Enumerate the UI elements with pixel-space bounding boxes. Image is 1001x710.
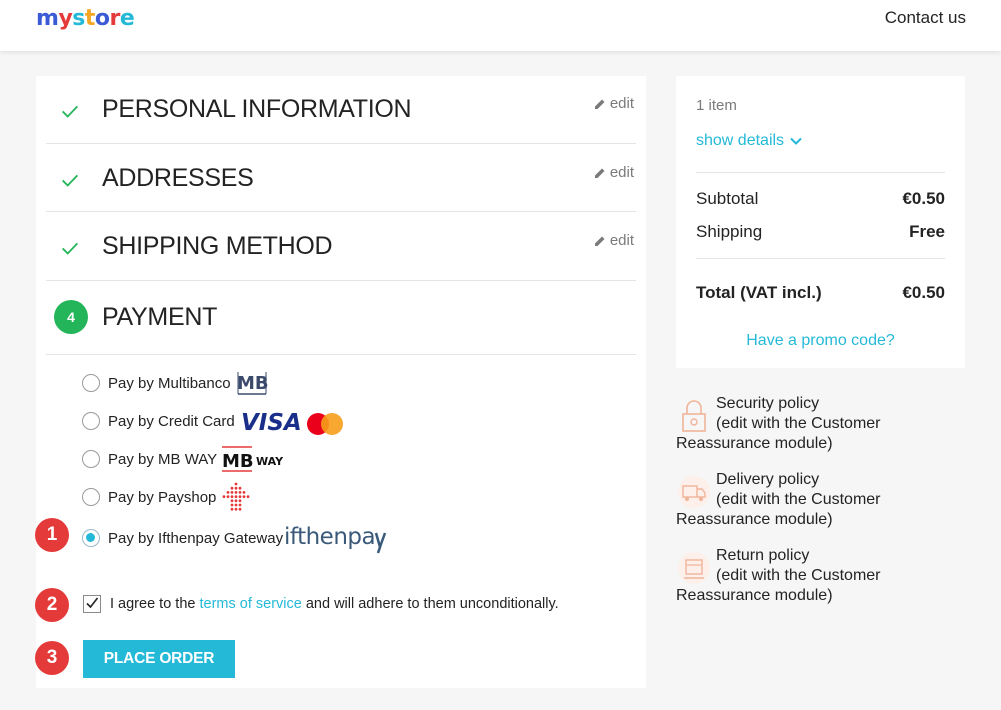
shipping-row: Shipping Free — [696, 222, 945, 242]
pencil-icon — [594, 236, 605, 246]
reassurance-title: Security policy — [716, 395, 820, 412]
payment-option-label: Pay by Ifthenpay Gateway — [108, 529, 284, 547]
checkout-steps-panel: PERSONAL INFORMATION edit ADDRESSES edit… — [36, 76, 646, 688]
edit-label: edit — [609, 232, 634, 249]
pencil-icon — [594, 168, 605, 178]
annotation-marker-3: 3 — [35, 641, 69, 675]
divider — [696, 172, 945, 173]
terms-checkbox[interactable] — [83, 595, 101, 613]
place-order-button[interactable]: PLACE ORDER — [83, 640, 235, 678]
reassurance-text: Security policy (edit with the Customer … — [676, 394, 976, 454]
reassurance-subtitle: (edit with the Customer — [716, 415, 881, 432]
reassurance-return: Return policy (edit with the Customer Re… — [676, 546, 976, 606]
step-personal-information[interactable]: PERSONAL INFORMATION edit — [46, 76, 636, 144]
terms-agreement[interactable]: I agree to the terms of service and will… — [83, 595, 559, 613]
reassurance-title: Delivery policy — [716, 471, 820, 488]
subtotal-row: Subtotal €0.50 — [696, 189, 945, 209]
promo-code-link[interactable]: Have a promo code? — [676, 332, 965, 350]
step-title: SHIPPING METHOD — [102, 232, 333, 260]
site-header: my store Contact us — [0, 0, 1001, 51]
shipping-label: Shipping — [696, 222, 763, 241]
items-count: 1 item — [696, 97, 737, 114]
subtotal-value: €0.50 — [902, 189, 945, 208]
radio-button[interactable] — [82, 374, 100, 392]
svg-text:VISA: VISA — [241, 410, 302, 436]
step-title: ADDRESSES — [102, 164, 254, 192]
annotation-marker-1: 1 — [35, 518, 69, 552]
step-number-badge: 4 — [54, 300, 88, 334]
total-label: Total (VAT incl.) — [696, 283, 822, 302]
check-icon — [62, 105, 78, 118]
payment-option-label: Pay by Payshop — [108, 488, 217, 506]
reassurance-subtitle: (edit with the Customer — [716, 491, 881, 508]
step-title: PAYMENT — [102, 303, 218, 331]
annotation-marker-2: 2 — [35, 588, 69, 622]
step-shipping-method[interactable]: SHIPPING METHOD edit — [46, 212, 636, 281]
radio-button[interactable] — [82, 488, 100, 506]
payment-option-label: Pay by Multibanco — [108, 374, 231, 392]
reassurance-text: Delivery policy (edit with the Customer … — [676, 470, 976, 530]
radio-button[interactable] — [82, 412, 100, 430]
cart-summary: 1 item show details Subtotal €0.50 Shipp… — [676, 76, 965, 368]
edit-label: edit — [609, 164, 634, 181]
reassurance-title: Return policy — [716, 547, 810, 564]
total-value: €0.50 — [902, 283, 945, 302]
terms-prefix: I agree to the — [110, 596, 196, 612]
check-icon — [62, 174, 78, 187]
payment-option-payshop[interactable]: Pay by Payshop — [82, 482, 252, 512]
edit-addresses-link[interactable]: edit — [594, 164, 634, 181]
edit-personal-information-link[interactable]: edit — [594, 95, 634, 112]
reassurance-subtitle: Reassurance module) — [676, 587, 833, 604]
store-logo[interactable]: my store — [36, 6, 135, 31]
edit-shipping-method-link[interactable]: edit — [594, 232, 634, 249]
edit-label: edit — [609, 95, 634, 112]
radio-button-selected[interactable] — [82, 529, 100, 547]
reassurance-delivery: Delivery policy (edit with the Customer … — [676, 470, 976, 530]
payment-option-label: Pay by Credit Card — [108, 412, 235, 430]
reassurance-subtitle: Reassurance module) — [676, 435, 833, 452]
subtotal-label: Subtotal — [696, 189, 759, 208]
check-icon — [62, 242, 78, 255]
svg-text:MB: MB — [237, 373, 269, 394]
reassurance-subtitle: Reassurance module) — [676, 511, 833, 528]
terms-of-service-link[interactable]: terms of service — [199, 596, 301, 612]
checkmark-icon — [86, 597, 99, 609]
payment-option-mbway[interactable]: Pay by MB WAY MB WAY — [82, 444, 283, 474]
divider — [696, 258, 945, 259]
svg-text:WAY: WAY — [256, 455, 283, 468]
payment-option-multibanco[interactable]: Pay by Multibanco MB — [82, 368, 269, 398]
pencil-icon — [594, 99, 605, 109]
payment-option-label: Pay by MB WAY — [108, 450, 218, 468]
step-payment: 4 PAYMENT — [46, 281, 636, 355]
mbway-logo-icon: MB WAY — [221, 444, 283, 474]
reassurance-text: Return policy (edit with the Customer Re… — [676, 546, 976, 606]
payment-option-ifthenpay-gateway[interactable]: Pay by Ifthenpay Gateway ifthenpa — [82, 521, 388, 555]
payment-option-credit-card[interactable]: Pay by Credit Card VISA — [82, 406, 347, 436]
show-details-label: show details — [696, 132, 785, 149]
visa-mastercard-logo-icon: VISA — [239, 406, 347, 436]
contact-us-link[interactable]: Contact us — [885, 8, 966, 28]
step-addresses[interactable]: ADDRESSES edit — [46, 144, 636, 212]
show-details-toggle[interactable]: show details — [696, 132, 802, 150]
chevron-down-icon — [790, 137, 802, 145]
reassurance-security: Security policy (edit with the Customer … — [676, 394, 976, 454]
radio-button[interactable] — [82, 450, 100, 468]
payshop-logo-icon — [220, 481, 252, 513]
multibanco-logo-icon: MB — [235, 368, 269, 398]
ifthenpay-logo-icon: ifthenpa — [284, 521, 388, 555]
svg-text:ifthenpa: ifthenpa — [284, 524, 375, 550]
terms-suffix: and will adhere to them unconditionally. — [305, 596, 559, 612]
shipping-value: Free — [909, 222, 945, 241]
step-title: PERSONAL INFORMATION — [102, 95, 412, 123]
svg-text:MB: MB — [222, 451, 254, 472]
reassurance-subtitle: (edit with the Customer — [716, 567, 881, 584]
total-row: Total (VAT incl.) €0.50 — [696, 283, 945, 303]
